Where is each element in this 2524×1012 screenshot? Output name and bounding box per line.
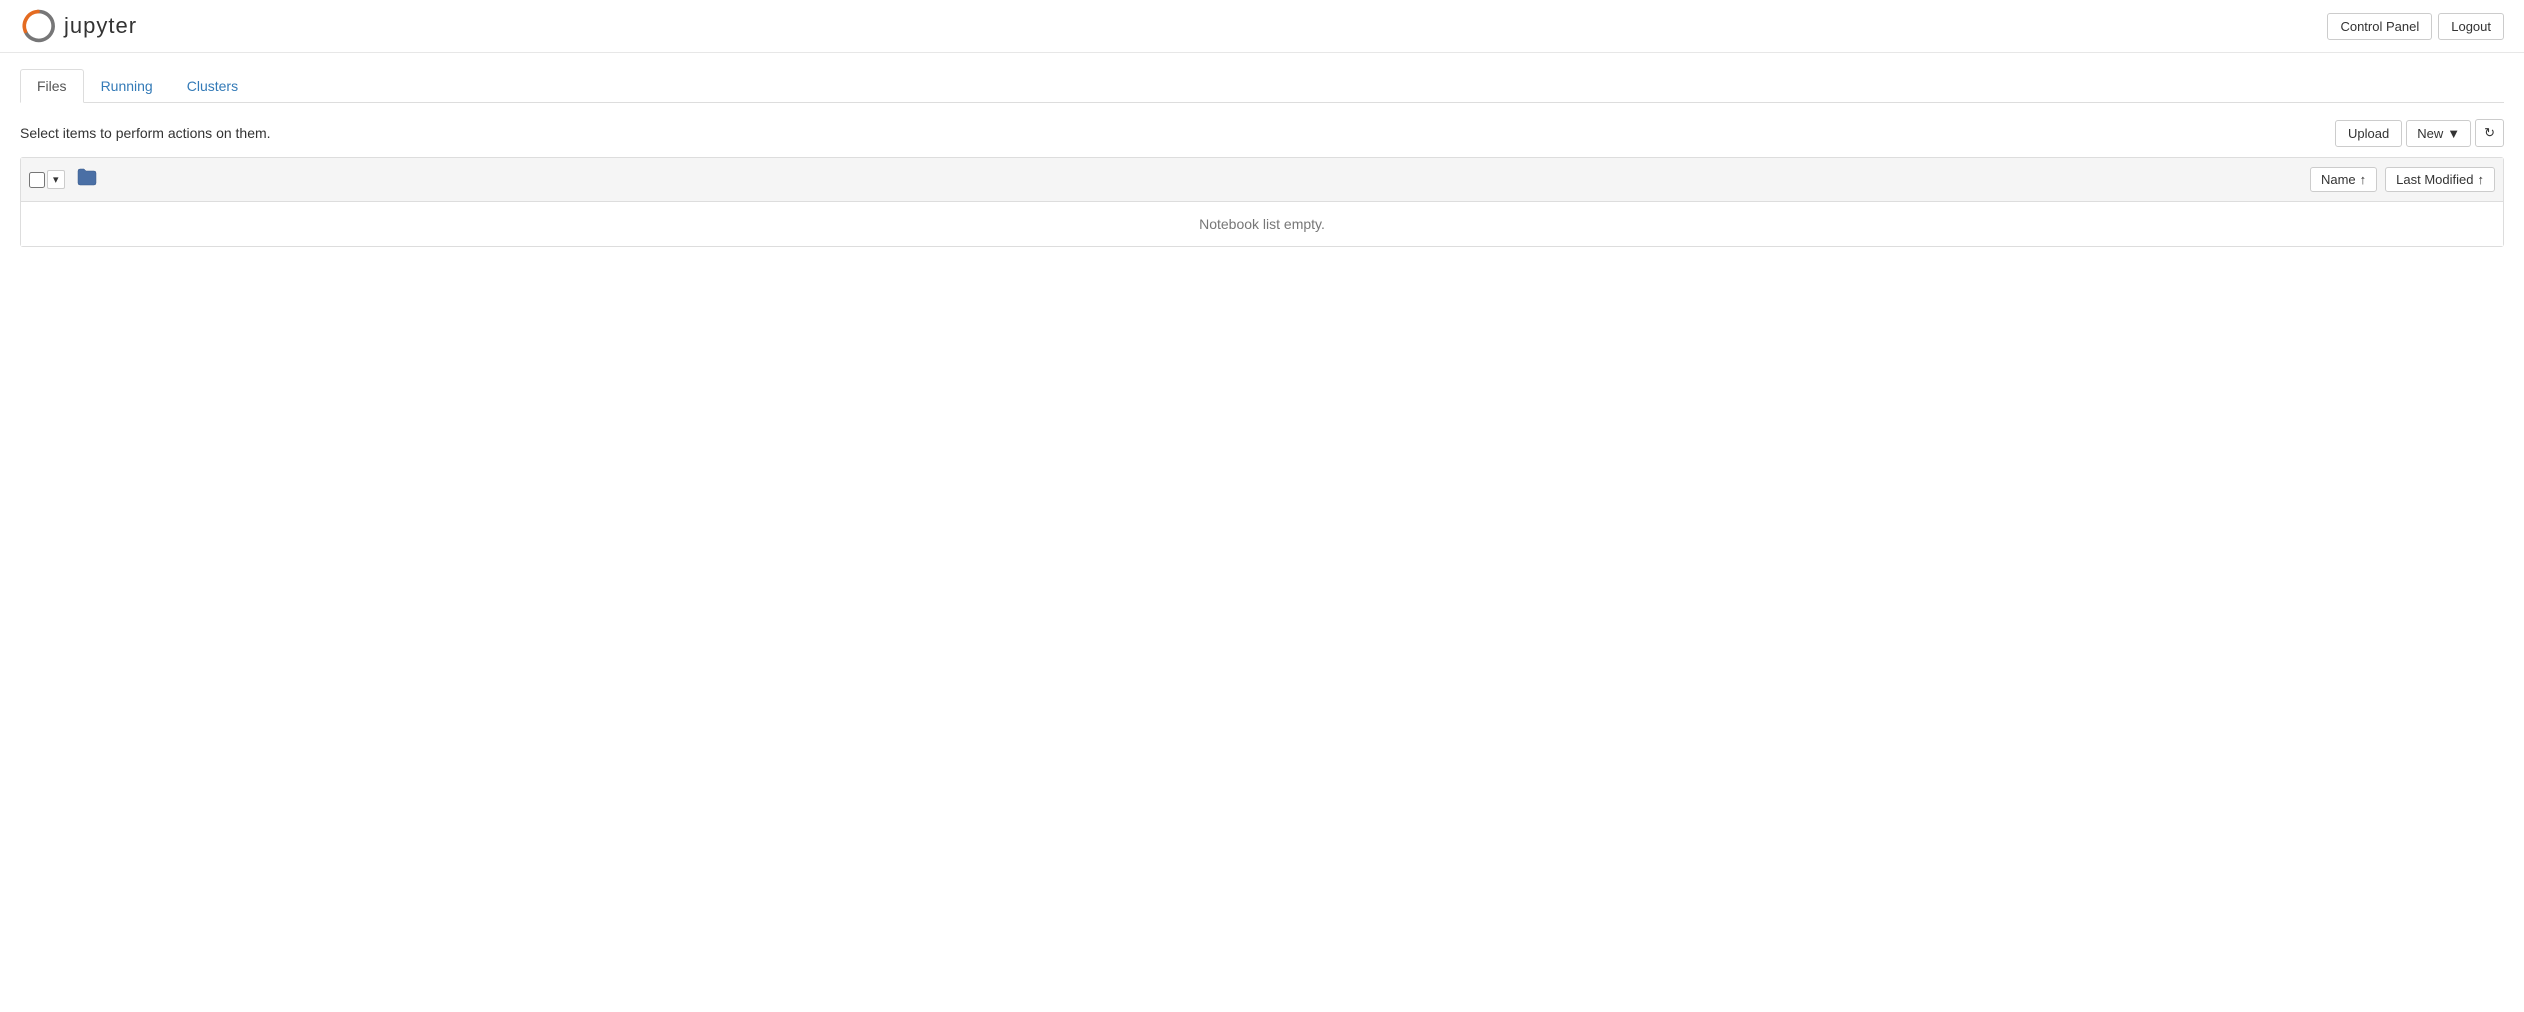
sort-last-modified-label: Last Modified xyxy=(2396,172,2473,187)
file-list-header: ▾ Name ↑ Last Modified ↑ xyxy=(21,158,2503,202)
tab-running[interactable]: Running xyxy=(84,69,170,103)
new-folder-button[interactable] xyxy=(69,164,105,195)
refresh-button[interactable]: ↻ xyxy=(2475,119,2504,147)
empty-list-message: Notebook list empty. xyxy=(21,202,2503,246)
header: jupyter Control Panel Logout xyxy=(0,0,2524,53)
select-all-checkbox[interactable] xyxy=(29,172,45,188)
jupyter-logo-icon xyxy=(20,8,56,44)
control-panel-button[interactable]: Control Panel xyxy=(2327,13,2432,40)
new-button[interactable]: New ▼ xyxy=(2406,120,2471,147)
logo: jupyter xyxy=(20,8,137,44)
logout-button[interactable]: Logout xyxy=(2438,13,2504,40)
header-left: ▾ xyxy=(29,164,2310,195)
file-list-container: ▾ Name ↑ Last Modified ↑ No xyxy=(20,157,2504,247)
header-right: Name ↑ Last Modified ↑ xyxy=(2310,167,2495,192)
sort-name-label: Name xyxy=(2321,172,2356,187)
select-dropdown-button[interactable]: ▾ xyxy=(47,170,65,189)
check-wrapper: ▾ xyxy=(29,170,65,189)
select-info-text: Select items to perform actions on them. xyxy=(20,125,271,141)
sort-last-modified-button[interactable]: Last Modified ↑ xyxy=(2385,167,2495,192)
tabs: Files Running Clusters xyxy=(20,69,2504,103)
sort-name-arrow: ↑ xyxy=(2360,172,2367,187)
new-dropdown-arrow: ▼ xyxy=(2447,126,2460,141)
sort-name-button[interactable]: Name ↑ xyxy=(2310,167,2377,192)
logo-text: jupyter xyxy=(64,13,137,39)
header-buttons: Control Panel Logout xyxy=(2327,13,2504,40)
upload-button[interactable]: Upload xyxy=(2335,120,2402,147)
tab-clusters[interactable]: Clusters xyxy=(170,69,255,103)
folder-icon xyxy=(77,168,97,186)
toolbar-actions: Upload New ▼ ↻ xyxy=(2335,119,2504,147)
main-content: Files Running Clusters Select items to p… xyxy=(0,53,2524,263)
new-button-label: New xyxy=(2417,126,2443,141)
toolbar-row: Select items to perform actions on them.… xyxy=(20,119,2504,147)
sort-last-modified-arrow: ↑ xyxy=(2478,172,2485,187)
tab-files[interactable]: Files xyxy=(20,69,84,103)
